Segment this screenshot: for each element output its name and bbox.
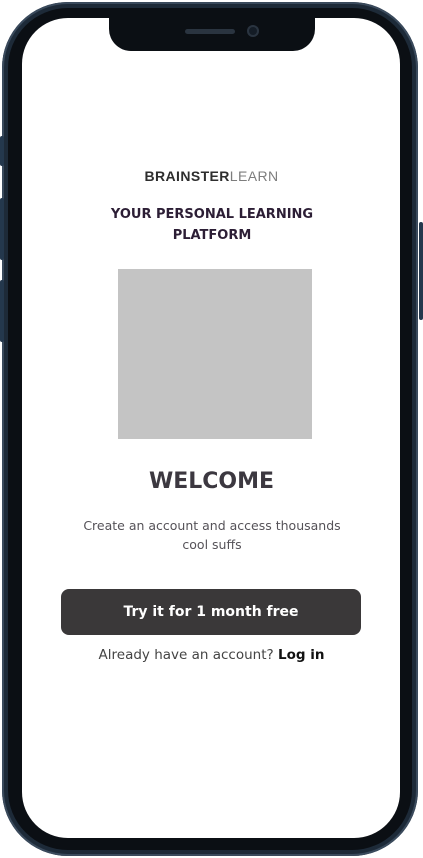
camera-icon	[247, 25, 259, 37]
login-prompt-row: Already have an account? Log in	[0, 647, 423, 663]
volume-up-button	[0, 198, 4, 260]
login-prompt-text: Already have an account?	[98, 647, 274, 663]
welcome-subtitle: Create an account and access thousands c…	[83, 518, 341, 552]
free-trial-button[interactable]: Try it for 1 month free	[61, 589, 361, 635]
brand-logo: BRAINSTERLEARN	[0, 168, 423, 184]
volume-down-button	[0, 280, 4, 342]
login-link[interactable]: Log in	[278, 647, 324, 663]
speaker-icon	[185, 29, 235, 34]
power-button	[419, 222, 423, 320]
brand-logo-bold: BRAINSTER	[144, 168, 230, 184]
welcome-title: WELCOME	[148, 469, 275, 494]
tagline: YOUR PERSONAL LEARNING PLATFORM	[110, 207, 314, 243]
silent-switch	[0, 136, 4, 166]
hero-image-placeholder	[118, 269, 312, 439]
brand-logo-light: LEARN	[229, 168, 279, 184]
